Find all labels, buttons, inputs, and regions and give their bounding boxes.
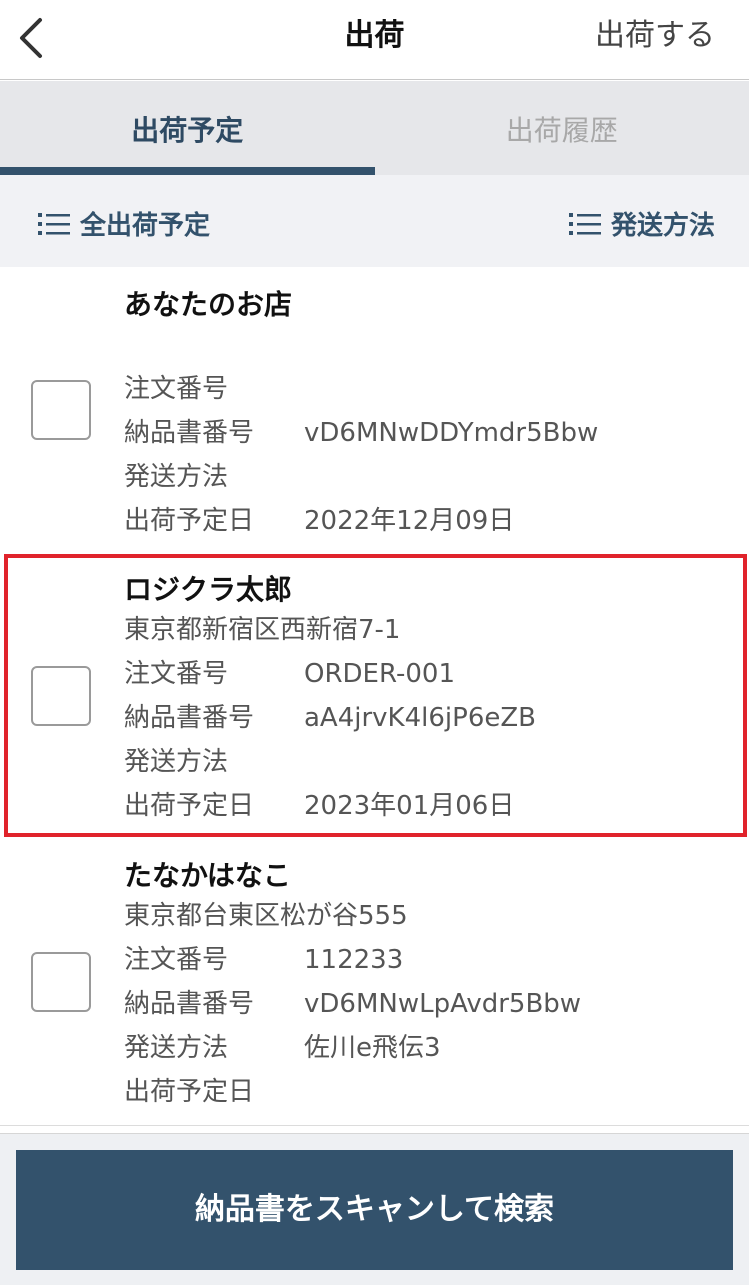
invoice-number-label: 納品書番号: [124, 989, 255, 1019]
ship-date-label: 出荷予定日: [124, 791, 255, 821]
customer-address: 東京都新宿区西新宿7-1: [124, 615, 401, 645]
shipping-method-filter-label: 発送方法: [610, 211, 715, 241]
ship-action-button[interactable]: 出荷する: [595, 16, 715, 56]
shipping-method-row: 発送方法 佐川e飛伝3: [124, 1030, 441, 1066]
shipping-method-row: 発送方法: [124, 744, 304, 780]
list-icon: [38, 212, 70, 235]
order-number-label: 注文番号: [124, 659, 229, 689]
order-number-value: 112233: [304, 945, 404, 975]
customer-name: ロジクラ太郎: [124, 573, 293, 606]
invoice-number-row: 納品書番号 vD6MNwDDYmdr5Bbw: [124, 415, 598, 451]
order-number-value: ORDER-001: [304, 659, 455, 689]
all-schedule-filter[interactable]: 全出荷予定: [38, 205, 210, 242]
invoice-number-value: vD6MNwDDYmdr5Bbw: [304, 418, 599, 448]
shipping-method-filter[interactable]: 発送方法: [568, 205, 715, 242]
chevron-left-icon: [20, 18, 42, 58]
shipment-checkbox[interactable]: [31, 952, 91, 1012]
ship-date-value: 2023年01月06日: [304, 791, 515, 821]
invoice-number-row: 納品書番号 aA4jrvK4l6jP6eZB: [124, 700, 536, 736]
shipping-method-value: 佐川e飛伝3: [304, 1033, 441, 1063]
ship-date-value: 2022年12月09日: [304, 506, 515, 536]
ship-date-label: 出荷予定日: [124, 1077, 255, 1107]
invoice-number-value: vD6MNwLpAvdr5Bbw: [304, 989, 582, 1019]
order-number-label: 注文番号: [124, 374, 229, 404]
ship-date-row: 出荷予定日 2023年01月06日: [124, 788, 514, 824]
tab-history-label: 出荷履歴: [505, 114, 618, 147]
shipment-checkbox[interactable]: [31, 666, 91, 726]
shipping-method-label: 発送方法: [124, 1033, 229, 1063]
invoice-number-label: 納品書番号: [124, 703, 255, 733]
filter-bar: 全出荷予定 発送方法: [0, 175, 749, 267]
shipping-method-label: 発送方法: [124, 747, 229, 777]
shipment-item[interactable]: ロジクラ太郎 東京都新宿区西新宿7-1 注文番号 ORDER-001 納品書番号 a…: [0, 556, 749, 836]
tab-scheduled[interactable]: 出荷予定: [0, 81, 375, 175]
shipment-item[interactable]: たなかはなこ 東京都台東区松が谷555 注文番号 112233 納品書番号 vD6M…: [0, 840, 749, 1125]
list-divider: [0, 1125, 749, 1126]
tab-bar: 出荷予定 出荷履歴: [0, 81, 749, 175]
back-button[interactable]: [16, 16, 52, 60]
customer-address: 東京都台東区松が谷555: [124, 901, 408, 931]
tab-history[interactable]: 出荷履歴: [375, 81, 749, 175]
ship-date-row: 出荷予定日: [124, 1074, 304, 1110]
customer-name: あなたのお店: [124, 288, 293, 321]
invoice-number-row: 納品書番号 vD6MNwLpAvdr5Bbw: [124, 986, 581, 1022]
invoice-number-label: 納品書番号: [124, 418, 255, 448]
tab-scheduled-label: 出荷予定: [131, 114, 244, 147]
all-schedule-filter-label: 全出荷予定: [80, 211, 211, 241]
navigation-bar: 出荷 出荷する: [0, 0, 749, 80]
shipping-method-row: 発送方法: [124, 459, 304, 495]
customer-name: たなかはなこ: [124, 859, 291, 892]
shipment-item[interactable]: あなたのお店 注文番号 納品書番号 vD6MNwDDYmdr5Bbw 発送方法 出…: [0, 267, 749, 553]
invoice-number-value: aA4jrvK4l6jP6eZB: [304, 703, 537, 733]
active-tab-indicator: [0, 167, 375, 175]
shipping-method-label: 発送方法: [124, 462, 229, 492]
ship-date-label: 出荷予定日: [124, 506, 255, 536]
order-number-row: 注文番号: [124, 371, 304, 407]
ship-date-row: 出荷予定日 2022年12月09日: [124, 503, 514, 539]
order-number-row: 注文番号 ORDER-001: [124, 656, 455, 692]
list-icon: [568, 212, 601, 235]
bottom-action-area: 納品書をスキャンして検索: [0, 1133, 749, 1285]
shipment-checkbox[interactable]: [31, 380, 91, 440]
order-number-row: 注文番号 112233: [124, 942, 403, 978]
order-number-label: 注文番号: [124, 945, 229, 975]
scan-invoice-button[interactable]: 納品書をスキャンして検索: [16, 1150, 733, 1270]
